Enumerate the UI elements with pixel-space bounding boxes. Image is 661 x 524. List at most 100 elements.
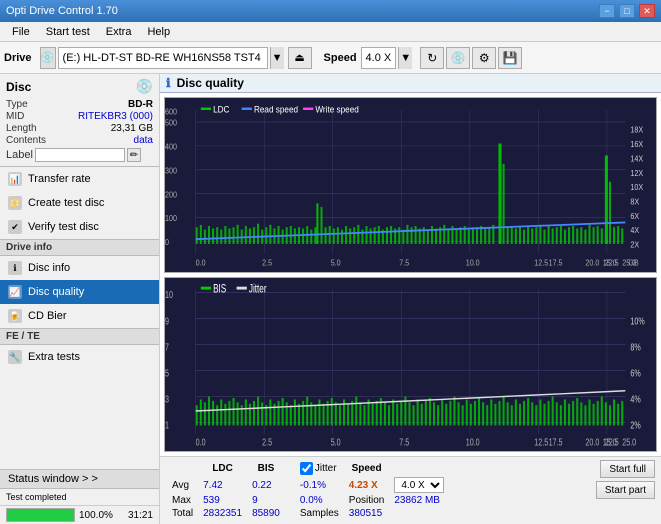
disc-button[interactable]: 💿: [446, 47, 470, 69]
svg-text:25.0: 25.0: [622, 258, 637, 268]
bottom-chart: 1 3 5 7 9 10 0.0 2.5 5.0 7.5 10.0 12.5 2…: [164, 277, 657, 453]
drive-select-arrow[interactable]: ▼: [270, 47, 284, 69]
svg-text:300: 300: [165, 166, 178, 176]
speed-select-arrow[interactable]: ▼: [398, 47, 412, 69]
cd-bier-icon: 🍺: [8, 309, 22, 323]
svg-text:6%: 6%: [630, 367, 641, 379]
disc-quality-label: Disc quality: [28, 286, 84, 298]
svg-text:5: 5: [165, 367, 169, 379]
speed-select-value[interactable]: 4.0 X: [361, 47, 397, 69]
sidebar-item-cd-bier[interactable]: 🍺 CD Bier: [0, 304, 159, 328]
svg-text:5.0: 5.0: [331, 258, 342, 268]
sidebar-item-disc-quality[interactable]: 📈 Disc quality: [0, 280, 159, 304]
drive-select-value[interactable]: (E:) HL-DT-ST BD-RE WH16NS58 TST4: [58, 47, 268, 69]
eject-button[interactable]: ⏏: [288, 47, 312, 69]
svg-text:Read speed: Read speed: [254, 104, 298, 115]
svg-text:6X: 6X: [630, 211, 639, 221]
drive-info-section[interactable]: Drive info: [0, 239, 159, 256]
svg-text:2.5: 2.5: [262, 258, 272, 268]
app-title: Opti Drive Control 1.70: [6, 5, 118, 17]
action-buttons: Start full Start part: [596, 460, 655, 499]
mid-value: RITEKBR3 (000): [78, 111, 153, 122]
progress-area: Test completed: [0, 488, 159, 505]
stats-table: LDC BIS Jitter Speed Avg 7.42 0.2: [166, 460, 450, 521]
disc-type-row: Type BD-R: [6, 99, 153, 110]
transfer-rate-icon: 📊: [8, 172, 22, 186]
disc-contents-row: Contents data: [6, 135, 153, 146]
refresh-button[interactable]: ↻: [420, 47, 444, 69]
ldc-header: LDC: [199, 462, 246, 475]
svg-text:14X: 14X: [630, 154, 643, 164]
svg-text:25.0: 25.0: [622, 436, 636, 448]
svg-text:20.0: 20.0: [585, 436, 599, 448]
drive-icon: 💿: [40, 47, 56, 69]
drive-selector[interactable]: 💿 (E:) HL-DT-ST BD-RE WH16NS58 TST4 ▼: [40, 47, 284, 69]
start-full-button[interactable]: Start full: [600, 460, 655, 478]
progress-bar-row: 100.0% 31:21: [0, 505, 159, 524]
max-label: Max: [168, 495, 197, 506]
menu-file[interactable]: File: [4, 22, 38, 41]
avg-ldc: 7.42: [199, 477, 246, 493]
mid-label: MID: [6, 111, 24, 122]
save-button[interactable]: 💾: [498, 47, 522, 69]
top-chart-svg: 0 100 200 300 400 500 600 0.0 2.5 5.0 7.…: [165, 98, 656, 272]
svg-text:0.0: 0.0: [196, 258, 207, 268]
jitter-checkbox[interactable]: [300, 462, 313, 475]
svg-text:5.0: 5.0: [331, 436, 341, 448]
menu-start-test[interactable]: Start test: [38, 22, 98, 41]
menu-help[interactable]: Help: [139, 22, 178, 41]
svg-text:7.5: 7.5: [399, 258, 409, 268]
total-ldc: 2832351: [199, 508, 246, 519]
speed-selector[interactable]: 4.0 X ▼: [361, 47, 413, 69]
sidebar-item-extra-tests[interactable]: 🔧 Extra tests: [0, 345, 159, 369]
sidebar-item-disc-info[interactable]: ℹ Disc info: [0, 256, 159, 280]
svg-text:22.5: 22.5: [605, 258, 619, 268]
minimize-button[interactable]: −: [599, 4, 615, 18]
menu-extra[interactable]: Extra: [98, 22, 140, 41]
svg-text:8%: 8%: [630, 341, 641, 353]
svg-text:12X: 12X: [630, 168, 643, 178]
start-part-button[interactable]: Start part: [596, 481, 655, 499]
disc-quality-title: Disc quality: [177, 76, 244, 90]
contents-label: Contents: [6, 135, 46, 146]
sidebar-item-create-test-disc[interactable]: 📀 Create test disc: [0, 191, 159, 215]
disc-header: Disc 💿: [6, 78, 153, 95]
disc-info-label: Disc info: [28, 262, 70, 274]
sidebar-item-verify-test-disc[interactable]: ✔ Verify test disc: [0, 215, 159, 239]
avg-speed: 4.23 X: [345, 477, 389, 493]
stats-panel: LDC BIS Jitter Speed Avg 7.42 0.2: [160, 456, 661, 524]
label-edit-button[interactable]: ✏: [127, 148, 141, 162]
svg-text:12.5: 12.5: [534, 436, 548, 448]
sidebar-item-transfer-rate[interactable]: 📊 Transfer rate: [0, 167, 159, 191]
speed-select-control[interactable]: 4.0 X 2.0 X 8.0 X: [394, 477, 444, 493]
svg-text:7: 7: [165, 341, 169, 353]
fe-te-section[interactable]: FE / TE: [0, 328, 159, 345]
maximize-button[interactable]: □: [619, 4, 635, 18]
svg-text:500: 500: [165, 118, 178, 128]
jitter-checkbox-row: Jitter: [300, 462, 339, 475]
svg-text:4%: 4%: [630, 393, 641, 405]
svg-text:18X: 18X: [630, 125, 643, 135]
contents-value: data: [134, 135, 153, 146]
svg-text:15.0: 15.0: [603, 436, 617, 448]
disc-quality-header: ℹ Disc quality: [160, 74, 661, 93]
type-label: Type: [6, 99, 28, 110]
drive-info-label: Drive info: [6, 242, 52, 253]
sidebar: Disc 💿 Type BD-R MID RITEKBR3 (000) Leng…: [0, 74, 160, 524]
bis-header: BIS: [248, 462, 284, 475]
svg-text:4X: 4X: [630, 226, 639, 236]
status-window-bar[interactable]: Status window > >: [0, 469, 159, 488]
svg-text:Jitter: Jitter: [249, 283, 267, 296]
length-label: Length: [6, 123, 37, 134]
status-text: Test completed: [6, 492, 67, 502]
svg-text:10: 10: [165, 289, 173, 301]
max-ldc: 539: [199, 495, 246, 506]
settings-button[interactable]: ⚙: [472, 47, 496, 69]
label-input[interactable]: [35, 148, 125, 162]
progress-time: 31:21: [119, 510, 153, 521]
svg-text:1: 1: [165, 419, 169, 431]
menu-bar: File Start test Extra Help: [0, 22, 661, 42]
close-button[interactable]: ✕: [639, 4, 655, 18]
content-area: ℹ Disc quality: [160, 74, 661, 524]
progress-percent: 100.0%: [79, 510, 115, 521]
